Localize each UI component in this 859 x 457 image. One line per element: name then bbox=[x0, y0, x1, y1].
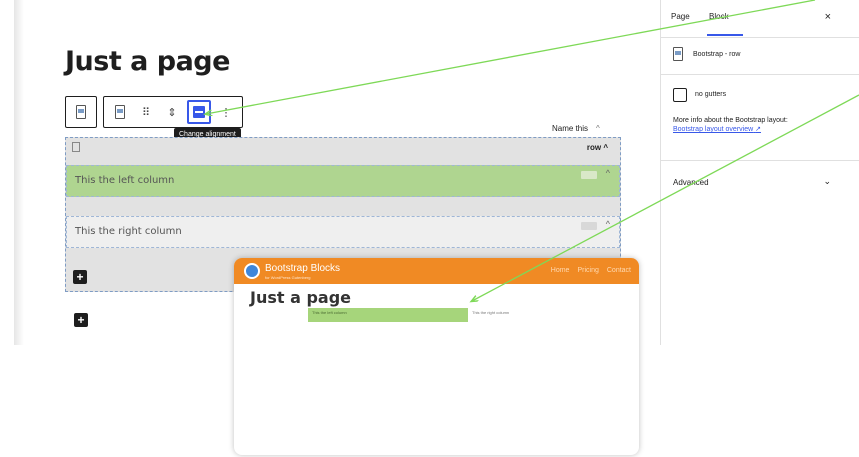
move-arrows-icon[interactable]: ⇕ bbox=[159, 99, 185, 125]
preview-brand-sub: for WordPress Gutenberg bbox=[265, 275, 311, 280]
brand-logo-icon bbox=[244, 263, 260, 279]
nav-link-pricing[interactable]: Pricing bbox=[577, 267, 598, 274]
no-gutters-checkbox[interactable] bbox=[673, 88, 687, 102]
close-icon[interactable]: × bbox=[825, 11, 831, 23]
layout-overview-link[interactable]: Bootstrap layout overview ↗ bbox=[673, 125, 761, 133]
settings-sidebar: Page Block × Bootstrap - row no gutters … bbox=[660, 0, 859, 345]
doc-icon bbox=[115, 105, 125, 119]
right-column-text[interactable]: This the right column bbox=[75, 226, 182, 237]
row-icon bbox=[72, 142, 80, 152]
doc-icon[interactable] bbox=[76, 105, 86, 119]
advanced-panel-toggle[interactable]: Advanced bbox=[673, 178, 709, 187]
left-column-block[interactable]: This the left column ^ bbox=[66, 165, 620, 197]
row-block-name-text: row bbox=[586, 143, 602, 152]
external-link-icon: ↗ bbox=[755, 126, 761, 133]
preview-nav-links: Home Pricing Contact bbox=[543, 267, 631, 274]
preview-navbar: Bootstrap Blocks for WordPress Gutenberg… bbox=[234, 258, 639, 284]
block-type-button[interactable] bbox=[107, 99, 133, 125]
block-type-group bbox=[65, 96, 97, 128]
block-toolbar: ⠿ ⇕ ⋮ bbox=[65, 96, 243, 128]
left-column-text[interactable]: This the left column bbox=[75, 175, 174, 186]
more-options-icon[interactable]: ⋮ bbox=[213, 99, 239, 125]
row-name-label[interactable]: Name this ^ bbox=[552, 124, 600, 133]
layout-overview-link-text: Bootstrap layout overview bbox=[673, 126, 754, 133]
change-alignment-button[interactable] bbox=[187, 100, 211, 124]
no-gutters-label[interactable]: no gutters bbox=[695, 91, 726, 98]
block-card-title: Bootstrap - row bbox=[693, 50, 741, 58]
active-tab-indicator bbox=[707, 34, 743, 36]
layout-info-text: More info about the Bootstrap layout: bbox=[673, 117, 788, 124]
block-card: Bootstrap - row bbox=[673, 47, 740, 61]
row-block-name[interactable]: row ^ bbox=[587, 143, 608, 152]
page-title[interactable]: Just a page bbox=[65, 46, 230, 77]
doc-icon bbox=[673, 47, 683, 61]
preview-right-column: This the right column bbox=[472, 310, 510, 315]
editor-edge bbox=[14, 0, 24, 345]
plus-icon[interactable]: + bbox=[73, 270, 87, 284]
chevron-up-icon[interactable]: ^ bbox=[606, 219, 610, 229]
row-name-text: Name this bbox=[552, 124, 589, 133]
chevron-up-icon[interactable]: ^ bbox=[603, 143, 608, 152]
drag-handle-icon[interactable]: ⠿ bbox=[133, 99, 159, 125]
chevron-up-icon[interactable]: ^ bbox=[596, 124, 600, 133]
row-header: row ^ bbox=[66, 138, 620, 158]
column-badge bbox=[581, 171, 597, 179]
right-column-block[interactable]: This the right column ^ bbox=[66, 216, 620, 248]
frontend-preview: Bootstrap Blocks for WordPress Gutenberg… bbox=[234, 258, 639, 455]
preview-brand[interactable]: Bootstrap Blocks bbox=[265, 263, 340, 274]
tab-page[interactable]: Page bbox=[671, 12, 690, 21]
chevron-down-icon[interactable]: ⌄ bbox=[823, 176, 831, 187]
divider bbox=[661, 74, 859, 75]
nav-link-home[interactable]: Home bbox=[551, 267, 570, 274]
block-tools-group: ⠿ ⇕ ⋮ bbox=[103, 96, 243, 128]
column-badge bbox=[581, 222, 597, 230]
preview-left-column: This the left column bbox=[308, 308, 468, 322]
align-icon bbox=[193, 106, 205, 118]
nav-link-contact[interactable]: Contact bbox=[607, 267, 631, 274]
tab-block[interactable]: Block bbox=[709, 12, 729, 21]
plus-icon[interactable]: + bbox=[74, 313, 88, 327]
chevron-up-icon[interactable]: ^ bbox=[606, 168, 610, 178]
sidebar-tabs: Page Block × bbox=[661, 0, 859, 38]
divider bbox=[661, 160, 859, 161]
preview-page-title: Just a page bbox=[250, 288, 352, 307]
